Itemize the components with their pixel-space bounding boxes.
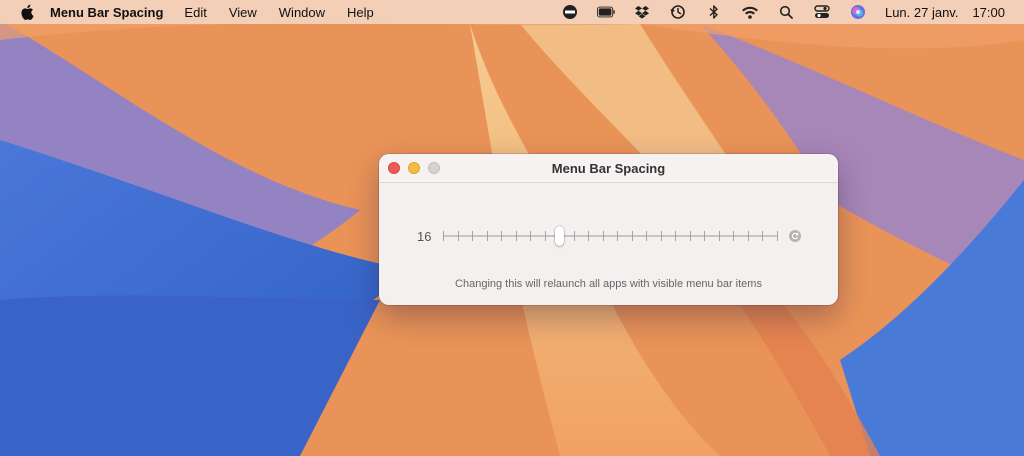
slider-tick [733, 231, 735, 241]
time-machine-icon[interactable] [669, 4, 687, 20]
slider-tick [747, 231, 749, 241]
spacing-slider-ticks [443, 231, 778, 241]
slider-tick [588, 231, 590, 241]
slider-tick [704, 231, 706, 241]
menu-help[interactable]: Help [347, 5, 374, 20]
menu-bar-spacing-window: Menu Bar Spacing 16 Changing this will r… [379, 154, 838, 305]
dropbox-icon[interactable] [633, 4, 651, 20]
menu-edit[interactable]: Edit [184, 5, 206, 20]
window-controls [388, 162, 440, 174]
apple-logo-icon[interactable] [20, 4, 34, 20]
menubar-time[interactable]: 17:00 [972, 5, 1005, 20]
slider-tick [689, 231, 691, 241]
slider-tick [646, 231, 648, 241]
slider-tick [443, 231, 444, 241]
slider-tick [777, 231, 778, 241]
window-titlebar[interactable]: Menu Bar Spacing [379, 154, 838, 183]
spacing-value-label: 16 [417, 229, 432, 244]
zoom-button[interactable] [428, 162, 440, 174]
slider-tick [472, 231, 474, 241]
slider-tick [530, 231, 532, 241]
spacing-slider-thumb[interactable] [554, 226, 564, 246]
slider-tick [762, 231, 764, 241]
slider-tick [602, 231, 604, 241]
reset-button[interactable] [789, 230, 801, 242]
wifi-icon[interactable] [741, 4, 759, 20]
slider-tick [457, 231, 459, 241]
slider-tick [486, 231, 488, 241]
control-center-icon[interactable] [813, 4, 831, 20]
slider-tick [660, 231, 662, 241]
siri-icon[interactable] [849, 4, 867, 20]
search-icon[interactable] [777, 4, 795, 20]
bluetooth-icon[interactable] [705, 4, 723, 20]
reset-icon [791, 232, 799, 240]
minimize-button[interactable] [408, 162, 420, 174]
menu-view[interactable]: View [229, 5, 257, 20]
slider-tick [573, 231, 575, 241]
slider-tick [544, 231, 546, 241]
slider-tick [631, 231, 633, 241]
slider-tick [718, 231, 720, 241]
close-button[interactable] [388, 162, 400, 174]
nfc-badge-icon[interactable] [561, 4, 579, 20]
menubar-date[interactable]: Lun. 27 janv. [885, 5, 958, 20]
slider-tick [515, 231, 517, 241]
slider-tick [675, 231, 677, 241]
menu-bar: Menu Bar Spacing Edit View Window Help L… [0, 0, 1024, 24]
slider-tick [617, 231, 619, 241]
window-title: Menu Bar Spacing [551, 160, 666, 176]
menu-app-name[interactable]: Menu Bar Spacing [50, 5, 163, 20]
battery-icon[interactable] [596, 4, 615, 20]
relaunch-note: Changing this will relaunch all apps wit… [455, 278, 762, 290]
spacing-slider-row: 16 [379, 224, 838, 248]
slider-tick [501, 231, 503, 241]
menu-window[interactable]: Window [279, 5, 325, 20]
